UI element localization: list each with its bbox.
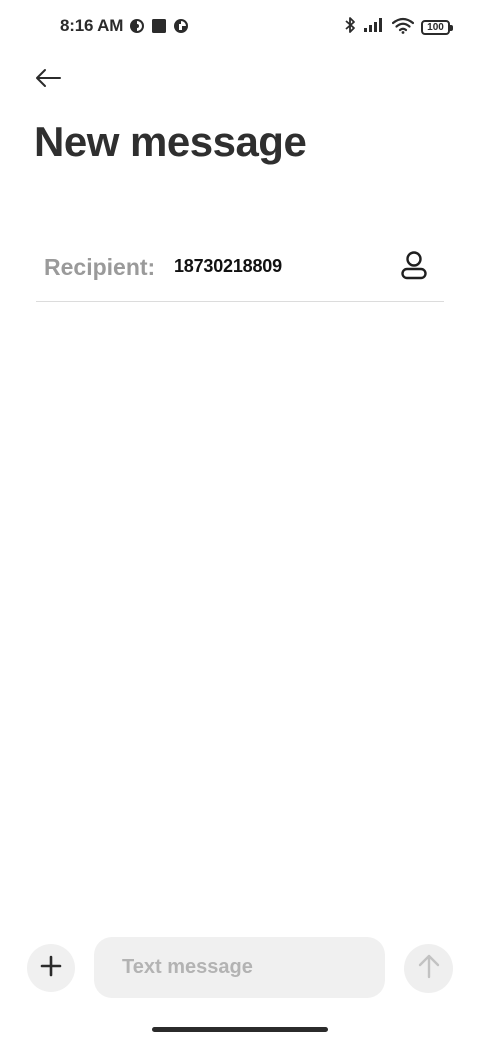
arrow-left-icon bbox=[34, 68, 62, 93]
recipient-label: Recipient: bbox=[44, 254, 156, 280]
notification-dot-icon bbox=[129, 18, 145, 34]
status-bar: 8:16 AM 100 bbox=[0, 0, 480, 54]
recipient-field[interactable]: Recipient: 18730218809 bbox=[36, 236, 444, 302]
arrow-up-icon bbox=[417, 953, 441, 984]
wifi-icon bbox=[391, 17, 415, 39]
contacts-button[interactable] bbox=[398, 250, 430, 284]
home-indicator[interactable] bbox=[152, 1027, 328, 1032]
status-time: 8:16 AM bbox=[60, 16, 124, 35]
back-button[interactable] bbox=[30, 64, 66, 96]
bluetooth-icon bbox=[344, 16, 356, 39]
recipient-value[interactable]: 18730218809 bbox=[174, 256, 282, 277]
plus-icon bbox=[40, 955, 62, 982]
add-attachment-button[interactable] bbox=[27, 944, 75, 992]
battery-icon: 100 bbox=[421, 20, 453, 35]
message-input[interactable] bbox=[94, 937, 385, 998]
stop-square-icon bbox=[151, 18, 167, 34]
send-button[interactable] bbox=[404, 944, 453, 993]
notification-dot-icon bbox=[173, 18, 189, 34]
status-bar-right: 100 bbox=[344, 16, 453, 39]
signal-icon bbox=[363, 17, 385, 38]
person-icon bbox=[400, 250, 428, 285]
page-title: New message bbox=[34, 118, 307, 165]
new-message-screen: 8:16 AM 100 New message Recipient: 18730… bbox=[0, 0, 480, 1040]
status-bar-left: 8:16 AM bbox=[60, 16, 189, 36]
